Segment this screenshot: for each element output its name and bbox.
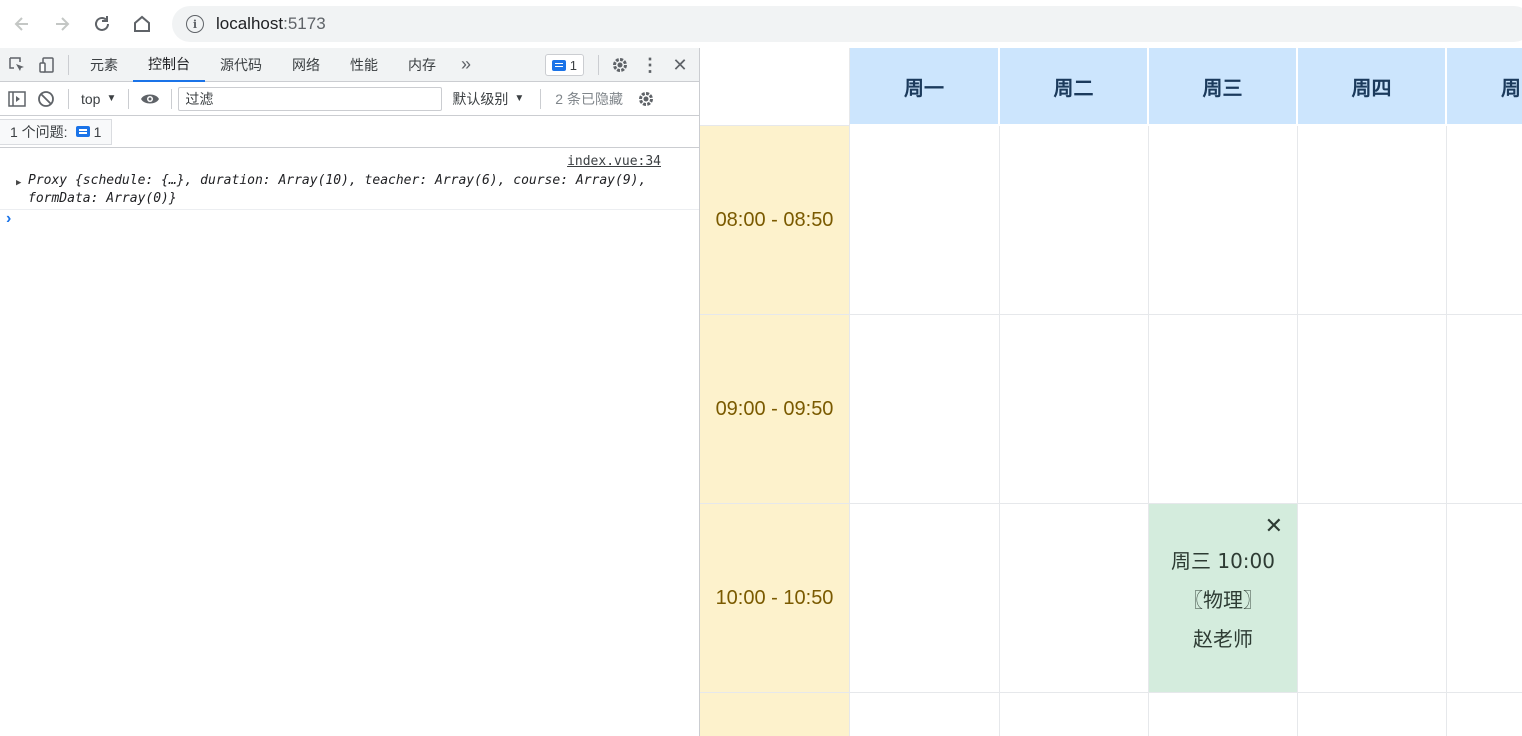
eye-icon[interactable]: [135, 83, 165, 115]
issues-bar: 1 个问题: 1: [0, 116, 699, 148]
context-label: top: [81, 90, 101, 107]
header-wednesday: 周三: [1149, 48, 1298, 126]
time-slot-3: 10:00 - 10:50: [700, 504, 850, 693]
more-tabs-icon[interactable]: »: [451, 49, 481, 81]
header-tuesday: 周二: [1000, 48, 1149, 126]
log-levels-label: 默认级别: [452, 90, 509, 107]
tab-elements[interactable]: 元素: [75, 48, 133, 82]
time-slot-4: [700, 693, 850, 736]
corner-cell: [700, 48, 850, 126]
settings-gear-icon[interactable]: [605, 49, 635, 81]
url-host: localhost: [216, 14, 284, 33]
message-icon: [75, 126, 90, 137]
console-object-text: Proxy {schedule: {…}, duration: Array(10…: [28, 173, 647, 206]
slot-cell[interactable]: [1000, 126, 1149, 315]
slot-cell[interactable]: [1149, 693, 1298, 736]
issues-summary-button[interactable]: 1 个问题: 1: [0, 118, 113, 145]
slot-cell[interactable]: [1298, 126, 1447, 315]
separator: [68, 88, 69, 109]
sidebar-toggle-icon[interactable]: [4, 83, 30, 115]
issues-count: 1: [93, 123, 102, 140]
address-bar[interactable]: i localhost:5173: [172, 6, 1522, 42]
separator: [598, 55, 599, 75]
caret-down-icon: ▼: [514, 93, 525, 104]
slot-cell[interactable]: [850, 693, 1000, 736]
course-card[interactable]: ✕ 周三 10:00 〖物理〗 赵老师: [1149, 504, 1298, 693]
console-message[interactable]: index.vue:34 ▶ Proxy {schedule: {…}, dur…: [0, 148, 699, 210]
close-devtools-icon[interactable]: ✕: [665, 49, 695, 81]
slot-cell[interactable]: [1298, 504, 1447, 693]
course-teacher: 赵老师: [1193, 626, 1253, 651]
slot-cell[interactable]: [1000, 315, 1149, 504]
slot-cell[interactable]: [1000, 504, 1149, 693]
issues-label: 1 个问题:: [10, 123, 68, 140]
devtools-tab-actions: 1 ⋮ ✕: [544, 48, 699, 82]
message-icon-wrap: [75, 126, 90, 137]
slot-cell[interactable]: [1298, 693, 1447, 736]
separator: [540, 88, 542, 109]
issues-badge[interactable]: 1: [544, 54, 584, 76]
site-info-icon[interactable]: i: [186, 15, 204, 33]
header-monday: 周一: [850, 48, 1000, 126]
console-prompt-chevron-icon[interactable]: ›: [6, 210, 11, 228]
timetable: 周一 周二 周三 周四 周 08:00 - 08:50 09:00 - 09:5…: [700, 48, 1522, 736]
time-slot-1: 08:00 - 08:50: [700, 126, 850, 315]
clear-console-icon[interactable]: [30, 83, 62, 115]
devtools-panel: 元素 控制台 源代码 网络 性能 内存 » 1 ⋮ ✕ top ▼ 过滤 默认级…: [0, 48, 700, 736]
message-icon: [551, 59, 566, 71]
slot-cell[interactable]: [1447, 126, 1522, 315]
slot-cell[interactable]: [850, 315, 1000, 504]
slot-cell[interactable]: [1149, 315, 1298, 504]
log-levels-dropdown[interactable]: 默认级别 ▼: [442, 89, 534, 109]
slot-cell[interactable]: [850, 504, 1000, 693]
tab-memory[interactable]: 内存: [393, 48, 451, 82]
slot-cell[interactable]: [1447, 693, 1522, 736]
source-link[interactable]: index.vue:34: [567, 154, 661, 169]
tab-sources[interactable]: 源代码: [205, 48, 277, 82]
slot-cell[interactable]: [1000, 693, 1149, 736]
separator: [171, 88, 173, 109]
browser-toolbar: i localhost:5173: [0, 0, 1522, 48]
console-settings-gear-icon[interactable]: [631, 83, 661, 115]
issues-badge-count: 1: [569, 57, 577, 73]
separator: [128, 88, 130, 109]
inspect-element-icon[interactable]: [2, 49, 32, 81]
issues-counter: 1: [75, 123, 102, 140]
device-toolbar-icon[interactable]: [32, 49, 62, 81]
console-toolbar: top ▼ 过滤 默认级别 ▼ 2 条已隐藏: [0, 82, 699, 116]
header-friday: 周: [1447, 48, 1522, 126]
slot-cell[interactable]: [1447, 504, 1522, 693]
context-selector[interactable]: top ▼: [75, 91, 122, 107]
filter-input[interactable]: 过滤: [178, 86, 443, 111]
slot-cell[interactable]: [1298, 315, 1447, 504]
course-name: 〖物理〗: [1183, 587, 1263, 612]
tab-console[interactable]: 控制台: [133, 48, 205, 82]
tab-performance[interactable]: 性能: [335, 48, 393, 82]
tab-network[interactable]: 网络: [277, 48, 335, 82]
expand-triangle-icon[interactable]: ▶: [16, 174, 21, 192]
kebab-menu-icon[interactable]: ⋮: [635, 49, 665, 81]
slot-cell[interactable]: [1149, 126, 1298, 315]
slot-cell[interactable]: [1447, 315, 1522, 504]
forward-arrow-icon[interactable]: [42, 4, 82, 44]
url-port: :5173: [283, 14, 326, 33]
devtools-tab-bar: 元素 控制台 源代码 网络 性能 内存 » 1 ⋮ ✕: [0, 48, 699, 82]
time-slot-2: 09:00 - 09:50: [700, 315, 850, 504]
home-icon[interactable]: [122, 4, 162, 44]
separator: [68, 54, 69, 75]
caret-down-icon: ▼: [106, 93, 117, 104]
remove-course-close-icon[interactable]: ✕: [1265, 514, 1283, 539]
header-thursday: 周四: [1298, 48, 1447, 126]
console-object[interactable]: ▶ Proxy {schedule: {…}, duration: Array(…: [16, 172, 668, 208]
slot-cell[interactable]: [850, 126, 1000, 315]
url-text: localhost:5173: [216, 14, 326, 34]
back-arrow-icon[interactable]: [2, 4, 42, 44]
hidden-messages-count: 2 条已隐藏: [555, 90, 623, 107]
reload-icon[interactable]: [82, 4, 122, 44]
course-time: 周三 10:00: [1171, 548, 1275, 573]
